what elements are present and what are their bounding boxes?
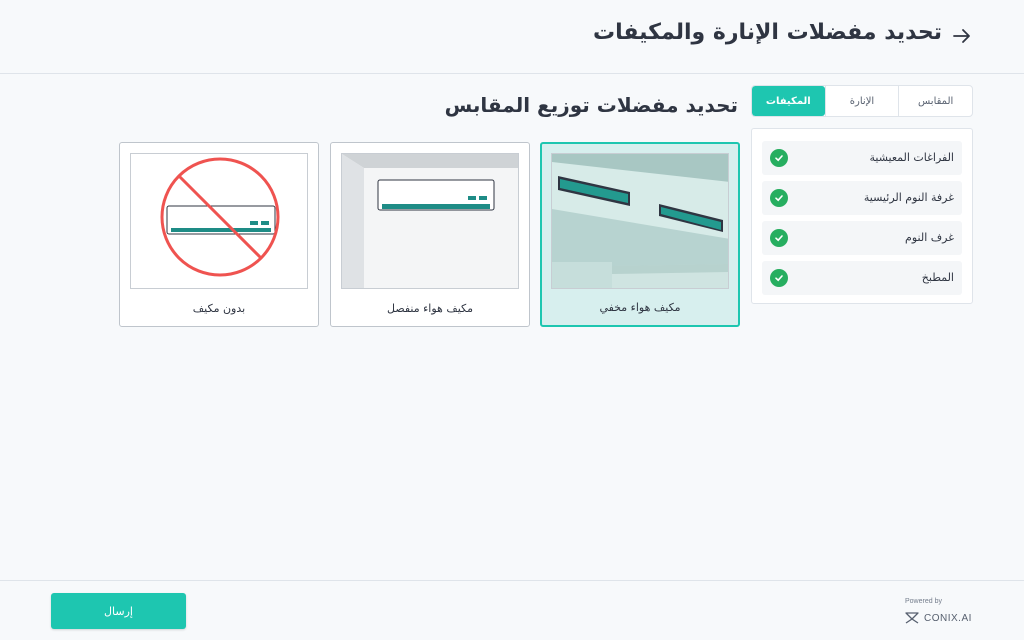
powered-by-text: Powered by [905, 598, 942, 605]
check-icon [770, 189, 788, 207]
room-item-kitchen[interactable]: المطبخ [762, 261, 962, 295]
tab-air-conditioners[interactable]: المكيفات [752, 86, 825, 116]
arrow-right-icon[interactable] [950, 24, 974, 48]
room-label: غرفة النوم الرئيسية [863, 191, 954, 204]
page-header: تحديد مفضلات الإنارة والمكيفات [0, 0, 1024, 74]
room-item-master-bedroom[interactable]: غرفة النوم الرئيسية [762, 181, 962, 215]
tab-sockets[interactable]: المقابس [898, 86, 972, 116]
no-ac-illustration [130, 153, 308, 289]
option-label: بدون مكيف [192, 302, 246, 315]
footer: إرسال Powered by CONIX.AI [0, 580, 1024, 640]
room-list: الفراغات المعيشية غرفة النوم الرئيسية غر… [751, 128, 973, 304]
option-label: مكيف هواء مخفي [599, 301, 681, 314]
check-icon [770, 229, 788, 247]
option-card-no-ac[interactable]: بدون مكيف [119, 142, 319, 327]
option-card-split-ac[interactable]: مكيف هواء منفصل [330, 142, 530, 327]
room-label: الفراغات المعيشية [869, 151, 954, 164]
page-title: تحديد مفضلات الإنارة والمكيفات [592, 20, 942, 45]
conix-logo-icon [905, 612, 919, 624]
section-title: تحديد مفضلات توزيع المقابس [444, 93, 738, 117]
category-tabs: المقابس الإنارة المكيفات [751, 85, 973, 117]
check-icon [770, 269, 788, 287]
room-label: غرف النوم [905, 231, 954, 244]
option-card-concealed-ac[interactable]: مكيف هواء مخفي [540, 142, 740, 327]
room-item-bedrooms[interactable]: غرف النوم [762, 221, 962, 255]
check-icon [770, 149, 788, 167]
send-button[interactable]: إرسال [51, 593, 186, 629]
split-ac-illustration [341, 153, 519, 289]
room-item-living-spaces[interactable]: الفراغات المعيشية [762, 141, 962, 175]
tab-lighting[interactable]: الإنارة [824, 86, 899, 116]
option-label: مكيف هواء منفصل [386, 302, 474, 315]
brand-logo: CONIX.AI [904, 610, 972, 626]
concealed-ac-illustration [551, 153, 729, 289]
brand-name: CONIX.AI [924, 612, 972, 624]
room-label: المطبخ [921, 271, 954, 284]
